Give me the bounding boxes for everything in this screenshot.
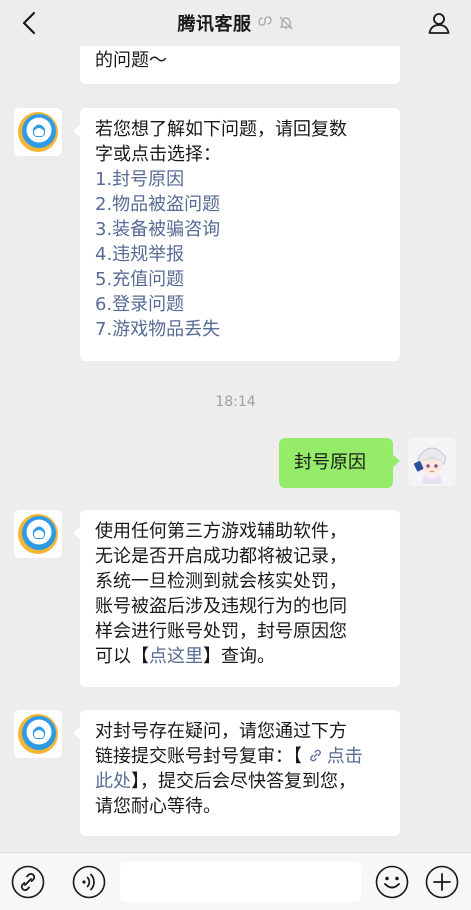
voice-button[interactable] [72, 865, 106, 899]
emoji-icon [375, 865, 409, 899]
message-input[interactable] [120, 862, 361, 902]
appeal-link-text-continued[interactable]: 此处 [95, 771, 131, 792]
message-text: 无论是否开启成功都将被记录， [95, 546, 347, 567]
input-bar [0, 852, 471, 910]
service-avatar[interactable] [14, 108, 62, 156]
message-text: 请您耐心等待。 [95, 796, 221, 817]
service-menu-button[interactable] [11, 865, 45, 899]
option-link[interactable]: 2.物品被盗问题 [95, 192, 386, 217]
option-link[interactable]: 3.装备被骗咨询 [95, 217, 386, 242]
message-text: 账号被盗后涉及违规行为的也同 [95, 596, 347, 617]
link-icon [11, 865, 45, 899]
message-text: 可以【 [95, 646, 149, 667]
back-button[interactable] [14, 8, 44, 38]
message-text: 若您想了解如下问题，请回复数 [95, 119, 347, 140]
message-text: 】查询。 [203, 646, 275, 667]
message-bubble[interactable]: 对封号存在疑问，请您通过下方 链接提交账号封号复审：【 点击 此处】，提交后会尽… [73, 710, 400, 836]
user-message-bubble[interactable]: 封号原因 [279, 438, 400, 488]
menu-intro: 若您想了解如下问题，请回复数 字或点击选择： [95, 117, 386, 167]
voice-icon [72, 865, 106, 899]
message-text: 使用任何第三方游戏辅助软件， [95, 521, 347, 542]
link-icon [309, 749, 321, 762]
option-link[interactable]: 4.违规举报 [95, 242, 386, 267]
chat-screen: 的问题～ 若您想了解如下问题，请回复数 字或点击选择： 1.封号原因 2.物品被… [0, 0, 471, 910]
message-text-line: 链接提交账号封号复审：【 点击 [95, 744, 386, 769]
anime-character-avatar-icon [408, 438, 456, 486]
service-avatar[interactable] [14, 510, 62, 558]
option-link[interactable]: 7.游戏物品丢失 [95, 317, 386, 342]
user-avatar[interactable] [408, 438, 456, 486]
chat-title: 腾讯客服 [177, 14, 252, 35]
miniprogram-icon [257, 15, 273, 31]
chevron-left-icon [22, 11, 36, 35]
mute-bell-icon [278, 15, 294, 31]
option-link[interactable]: 6.登录问题 [95, 292, 386, 317]
chat-info-button[interactable] [423, 7, 455, 39]
message-text: 链接提交账号封号复审：【 [95, 746, 308, 767]
message-text: 系统一旦检测到就会核实处罚， [95, 571, 347, 592]
tencent-service-logo-icon [18, 112, 58, 152]
title-group: 腾讯客服 [178, 10, 294, 36]
more-button[interactable] [425, 865, 459, 899]
check-here-link[interactable]: 点这里 [149, 646, 203, 667]
appeal-link[interactable]: 点击 [308, 746, 363, 767]
message-text: 对封号存在疑问，请您通过下方 [95, 721, 347, 742]
plus-icon [425, 865, 459, 899]
tencent-service-logo-icon [18, 514, 58, 554]
option-link[interactable]: 5.充值问题 [95, 267, 386, 292]
message-timestamp: 18:14 [215, 394, 256, 410]
chat-header: 腾讯客服 [0, 0, 471, 46]
tencent-service-logo-icon [18, 714, 58, 754]
message-text-last-line: 可以【点这里】查询。 [95, 644, 386, 669]
option-link[interactable]: 1.封号原因 [95, 167, 386, 192]
person-icon [428, 13, 450, 34]
message-list[interactable]: 的问题～ 若您想了解如下问题，请回复数 字或点击选择： 1.封号原因 2.物品被… [0, 0, 471, 848]
message-text: 封号原因 [294, 452, 366, 473]
message-bubble[interactable]: 使用任何第三方游戏辅助软件， 无论是否开启成功都将被记录， 系统一旦检测到就会核… [73, 510, 400, 687]
message-text: 的问题～ [95, 50, 167, 71]
message-text-line: 此处】，提交后会尽快答复到您， [95, 769, 386, 794]
emoji-button[interactable] [375, 865, 409, 899]
message-text: 】，提交后会尽快答复到您， [131, 771, 356, 792]
message-text: 字或点击选择： [95, 144, 221, 165]
message-text: 样会进行账号处罚，封号原因您 [95, 621, 347, 642]
menu-bubble: 若您想了解如下问题，请回复数 字或点击选择： 1.封号原因 2.物品被盗问题 3… [73, 108, 400, 361]
appeal-link-text: 点击 [326, 746, 363, 767]
service-avatar[interactable] [14, 710, 62, 758]
